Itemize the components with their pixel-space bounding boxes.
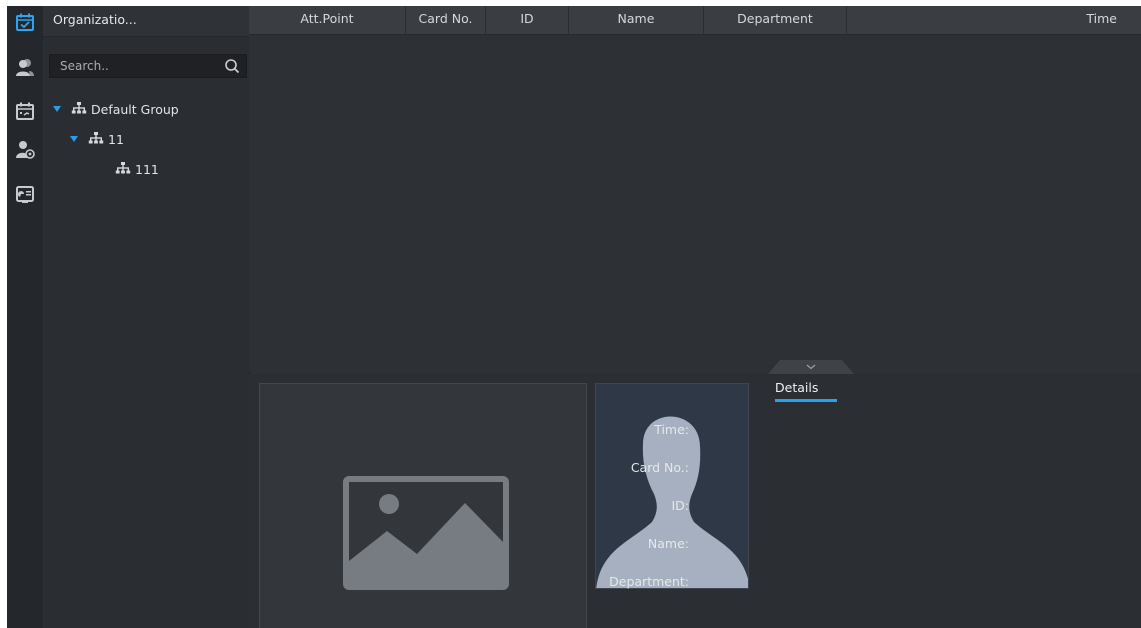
- field-department-label: Department:: [609, 574, 689, 589]
- organization-panel: Organizatio... Search.. Default Group 11…: [43, 6, 250, 628]
- attendance-record-icon[interactable]: [11, 8, 39, 36]
- tab-details[interactable]: Details: [775, 378, 837, 408]
- tree-node-default-group[interactable]: Default Group: [43, 94, 249, 124]
- tree-node-label: 11: [108, 131, 124, 147]
- tree-node-11[interactable]: 11: [43, 124, 249, 154]
- organization-tree: Default Group 11 111: [43, 94, 249, 184]
- image-placeholder-icon: [343, 476, 509, 590]
- attendance-report-icon[interactable]: [11, 180, 39, 208]
- search-input[interactable]: [50, 55, 220, 77]
- organization-title: Organizatio...: [43, 6, 249, 37]
- expand-caret-icon[interactable]: [53, 106, 61, 112]
- tab-details-label: Details: [775, 380, 819, 395]
- schedule-calendar-icon[interactable]: [11, 97, 39, 125]
- tree-node-111[interactable]: 111: [43, 154, 249, 184]
- org-tree-icon: [115, 161, 131, 177]
- search-box: [49, 54, 247, 78]
- field-time-label: Time:: [654, 422, 689, 437]
- tree-node-label: Default Group: [91, 101, 179, 117]
- tree-node-label: 111: [135, 161, 159, 177]
- column-header-card-no[interactable]: Card No.: [406, 6, 486, 34]
- field-card-label: Card No.:: [630, 460, 689, 475]
- collapse-panel-tab[interactable]: [768, 360, 854, 374]
- org-tree-icon: [88, 131, 104, 147]
- person-settings-icon[interactable]: [11, 135, 39, 163]
- detail-panel: Details Time: Card No.: ID: Name: Depart…: [249, 374, 1141, 628]
- search-icon[interactable]: [224, 58, 240, 77]
- table-header: Att.Point Card No. ID Name Department Ti…: [249, 6, 1141, 35]
- person-photo: [595, 383, 749, 589]
- left-icon-rail: [7, 6, 43, 628]
- column-header-department[interactable]: Department: [704, 6, 847, 34]
- field-id-label: ID:: [671, 498, 689, 513]
- table-body: [249, 35, 1141, 372]
- column-header-att-point[interactable]: Att.Point: [249, 6, 406, 34]
- field-name-label: Name:: [647, 536, 689, 551]
- expand-caret-icon[interactable]: [70, 136, 78, 142]
- column-header-time[interactable]: Time: [847, 6, 1141, 34]
- person-silhouette-icon: [596, 416, 748, 588]
- person-group-icon[interactable]: [11, 53, 39, 81]
- snapshot-frame: [259, 383, 587, 628]
- column-header-name[interactable]: Name: [569, 6, 704, 34]
- app-window: Organizatio... Search.. Default Group 11…: [7, 6, 1141, 628]
- org-tree-icon: [71, 101, 87, 117]
- attendance-records-table: Att.Point Card No. ID Name Department Ti…: [249, 6, 1141, 374]
- tab-active-indicator: [775, 399, 837, 402]
- detail-tabs: Details: [775, 378, 837, 408]
- column-header-id[interactable]: ID: [486, 6, 569, 34]
